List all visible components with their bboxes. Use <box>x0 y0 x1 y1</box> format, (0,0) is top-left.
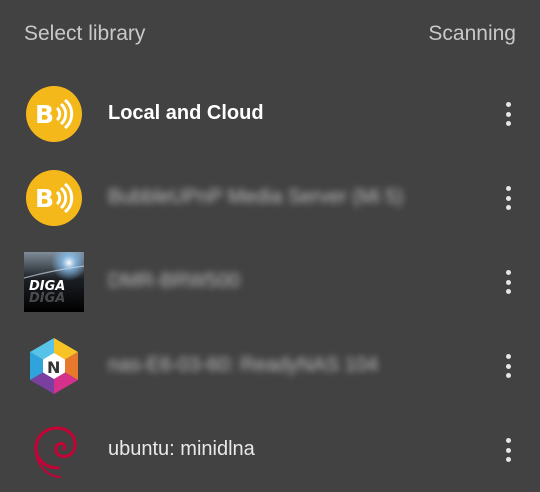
overflow-menu-icon[interactable] <box>498 268 518 296</box>
library-label: nas-E6-03-60: ReadyNAS 104 <box>108 354 379 376</box>
svg-text:B: B <box>35 184 54 213</box>
library-item-bubbleupnp-server[interactable]: B BubbleUPnP Media Server (Mi 5) <box>0 156 540 240</box>
bubbleupnp-icon: B <box>24 168 84 228</box>
library-item-local-and-cloud[interactable]: B Local and Cloud <box>0 72 540 156</box>
library-label: BubbleUPnP Media Server (Mi 5) <box>108 186 404 208</box>
overflow-menu-icon[interactable] <box>498 184 518 212</box>
library-item-dmr[interactable]: DIGA DIGA DMR-BRW500 <box>0 240 540 324</box>
dialog-title: Select library <box>24 22 146 45</box>
library-label: ubuntu: minidlna <box>108 438 255 460</box>
overflow-menu-icon[interactable] <box>498 352 518 380</box>
scanning-status: Scanning <box>428 22 516 45</box>
library-label: Local and Cloud <box>108 102 264 124</box>
overflow-menu-icon[interactable] <box>498 100 518 128</box>
readynas-icon: N <box>24 336 84 396</box>
overflow-menu-icon[interactable] <box>498 436 518 464</box>
library-label: DMR-BRW500 <box>108 270 240 292</box>
debian-swirl-icon <box>24 420 84 480</box>
svg-text:DIGA: DIGA <box>29 291 65 306</box>
library-item-readynas[interactable]: N nas-E6-03-60: ReadyNAS 104 <box>0 324 540 408</box>
library-item-ubuntu-minidlna[interactable]: ubuntu: minidlna <box>0 408 540 492</box>
dialog-header: Select library Scanning <box>0 0 540 72</box>
diga-icon: DIGA DIGA <box>23 252 85 312</box>
svg-text:N: N <box>47 358 60 377</box>
bubbleupnp-icon: B <box>24 84 84 144</box>
svg-text:B: B <box>35 100 54 129</box>
library-list: B Local and Cloud B BubbleUPnP Media Ser… <box>0 72 540 492</box>
